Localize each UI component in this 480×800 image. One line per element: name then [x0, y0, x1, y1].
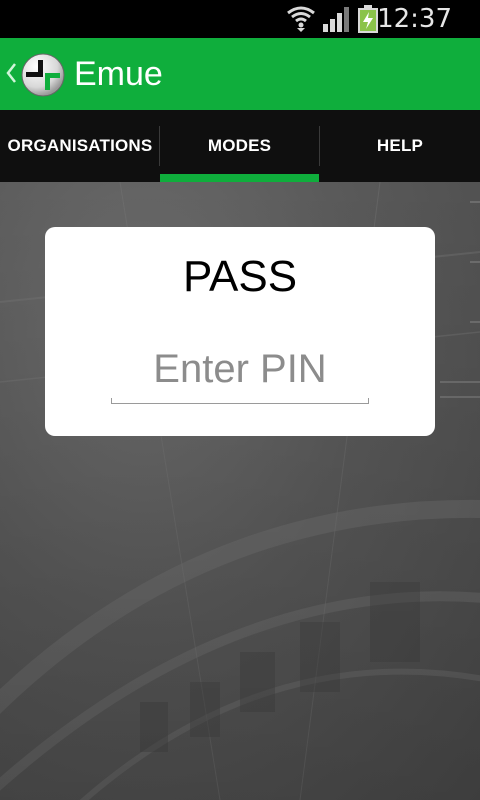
- action-bar: Emue: [0, 38, 480, 110]
- pin-input-underline: [111, 403, 369, 404]
- pin-input-underline-tick: [111, 398, 112, 404]
- tab-label: MODES: [207, 136, 272, 155]
- chevron-left-icon[interactable]: [5, 62, 17, 89]
- tab-bar: ORGANISATIONS MODES HELP: [0, 110, 480, 182]
- tab-modes[interactable]: MODES: [160, 110, 319, 182]
- wifi-icon: [286, 4, 316, 37]
- app-title: Emue: [74, 55, 163, 93]
- mode-title: PASS: [182, 252, 298, 301]
- tab-label: HELP: [376, 136, 424, 155]
- battery-charging-icon: [357, 5, 379, 38]
- signal-icon: [322, 6, 350, 37]
- selected-tab-indicator: [160, 174, 319, 182]
- tab-help[interactable]: HELP: [320, 110, 480, 182]
- pin-input-underline-tick: [368, 398, 369, 404]
- clock-time: 12:37: [377, 4, 452, 34]
- content-area: PASS: [0, 182, 480, 800]
- emue-logo-icon[interactable]: [20, 52, 66, 103]
- mode-card: PASS: [45, 227, 435, 436]
- status-bar: 12:37: [0, 0, 480, 38]
- tab-label: ORGANISATIONS: [7, 136, 153, 155]
- pin-input[interactable]: [111, 339, 369, 399]
- tab-organisations[interactable]: ORGANISATIONS: [0, 110, 160, 182]
